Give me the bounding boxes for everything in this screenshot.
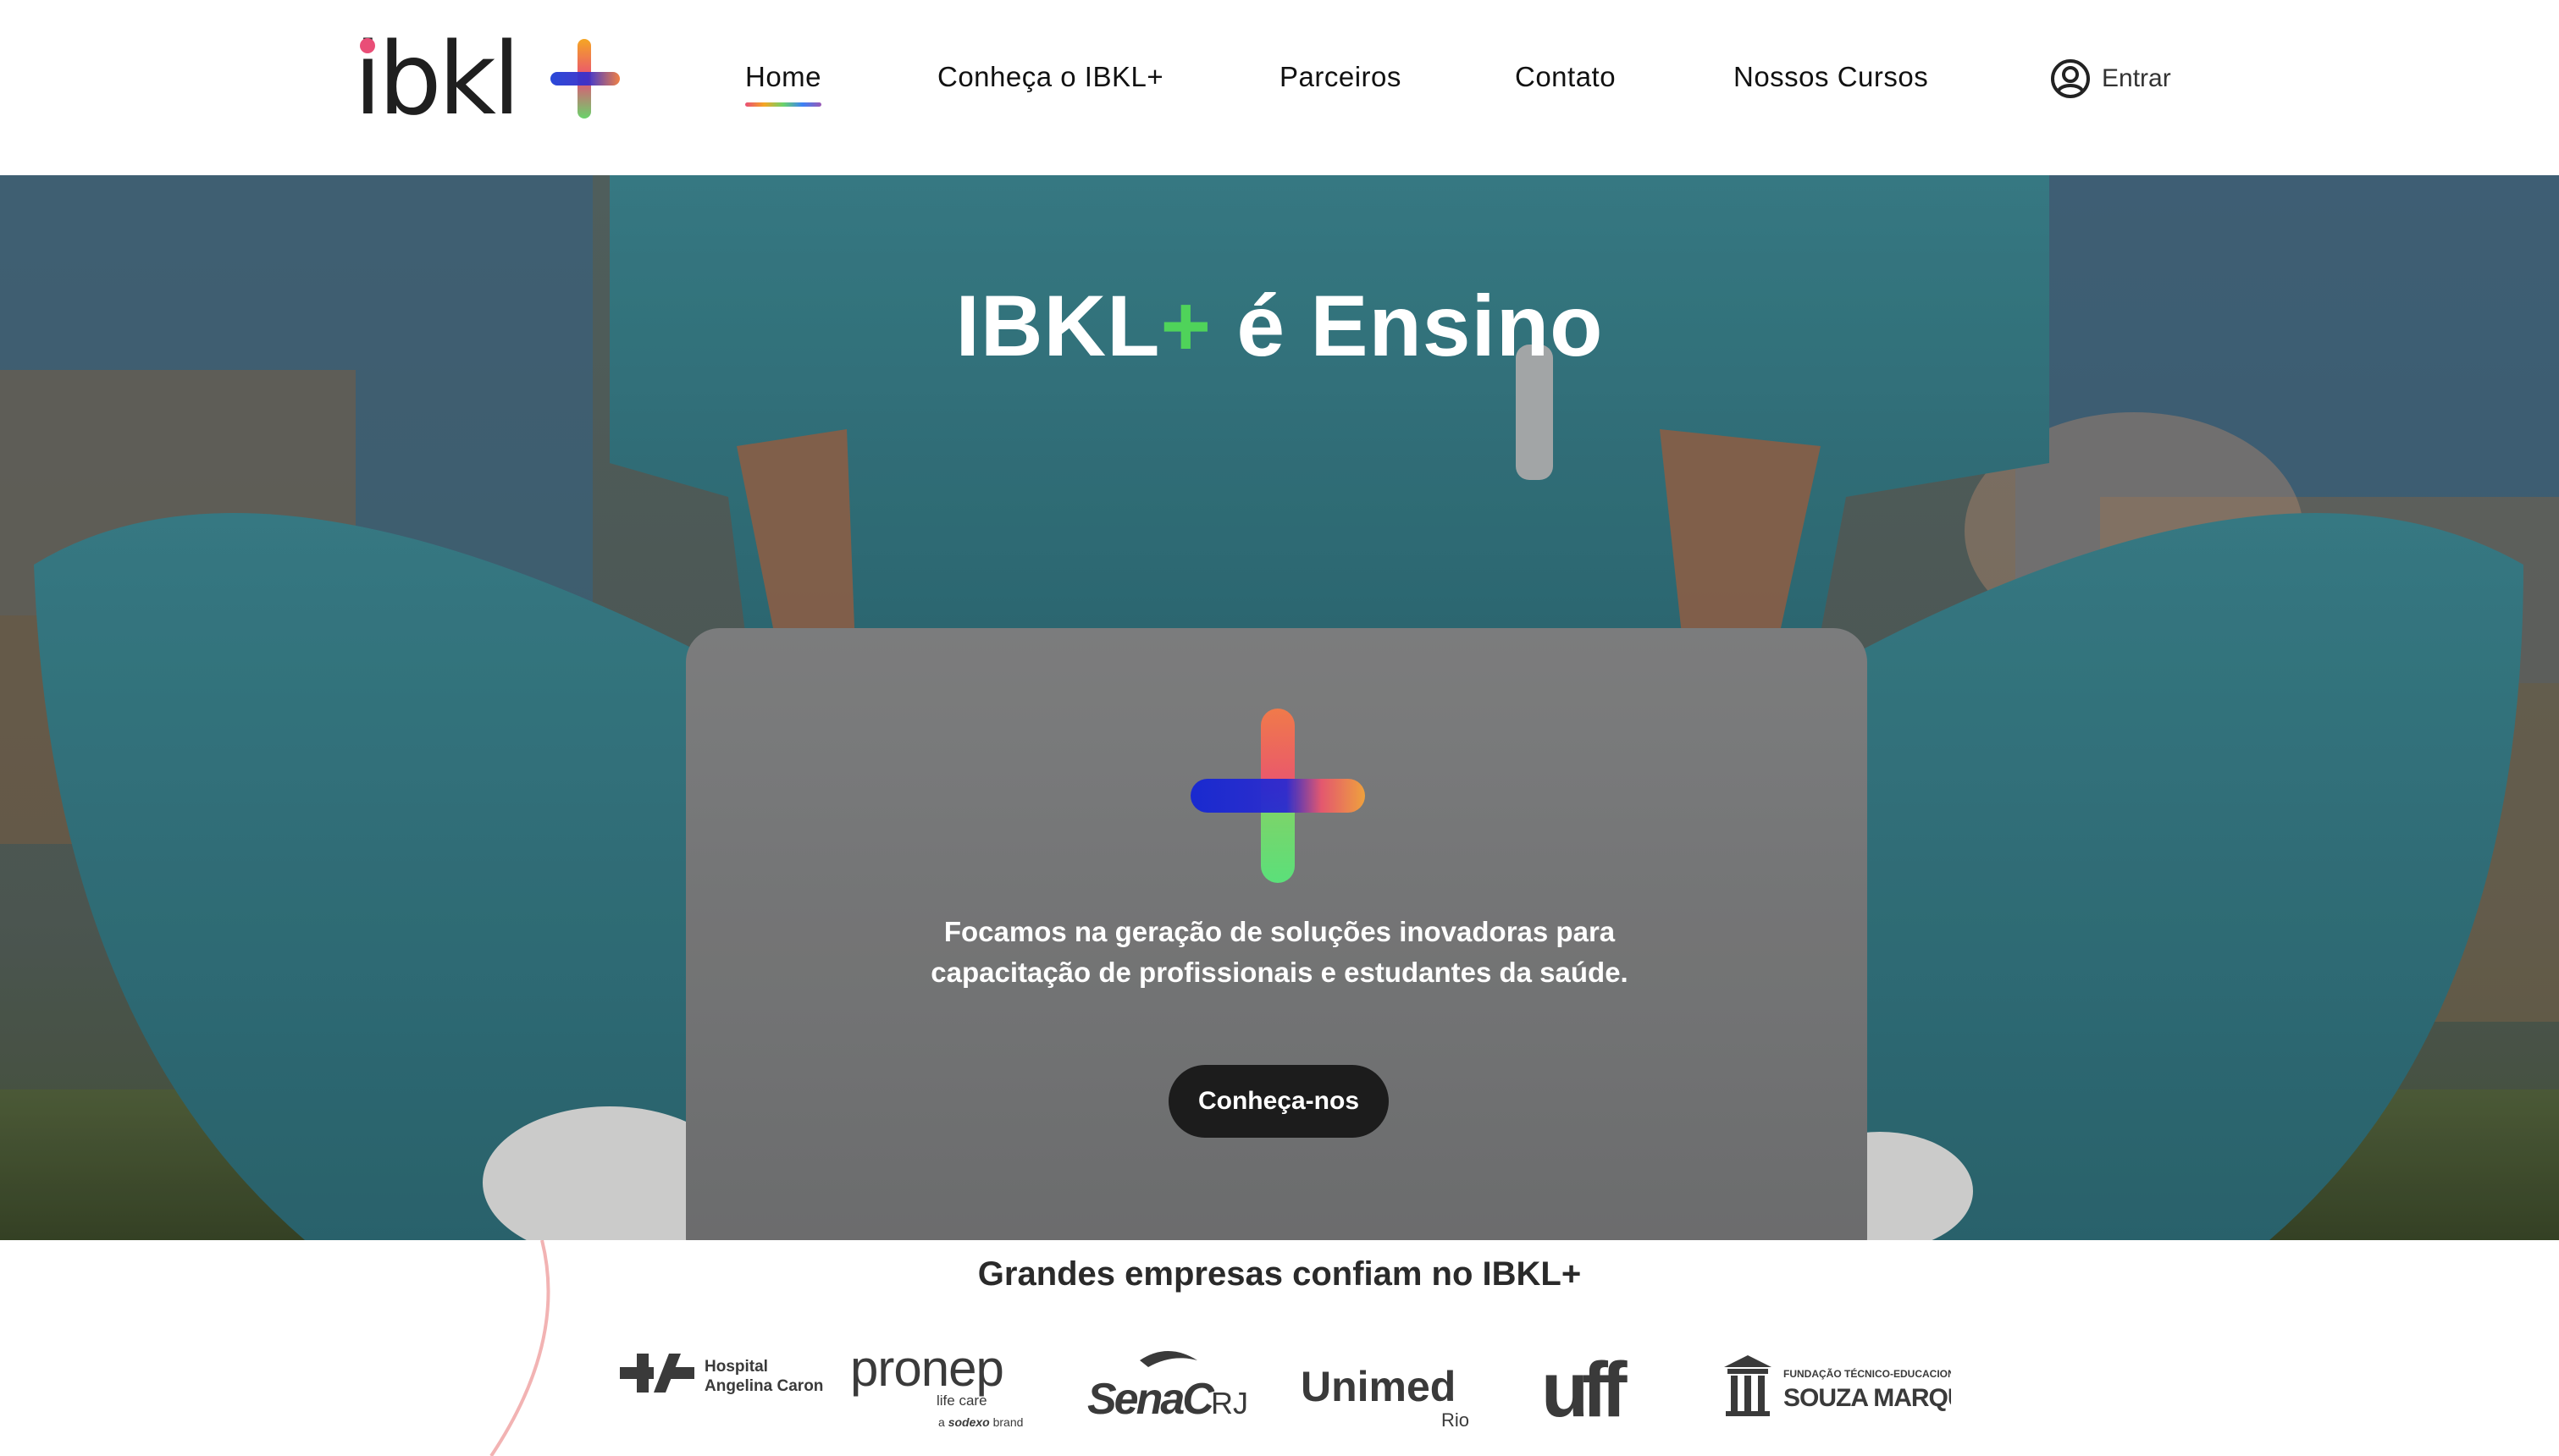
nav-conheca[interactable]: Conheça o IBKL+ <box>937 61 1163 93</box>
partner-logo-senac-rj: SenaC RJ <box>1087 1351 1248 1424</box>
hac-line1: Hospital <box>705 1358 768 1376</box>
unimed-word: Unimed <box>1301 1363 1456 1410</box>
souza-line2: SOUZA MARQUES <box>1783 1384 1951 1412</box>
nav-home[interactable]: Home <box>745 61 822 107</box>
user-circle-icon <box>2051 59 2090 98</box>
souza-line1: FUNDAÇÃO TÉCNICO-EDUCACIONAL <box>1783 1367 1951 1380</box>
senac-word: SenaC <box>1087 1375 1215 1424</box>
nav-nossos-cursos[interactable]: Nossos Cursos <box>1733 61 1928 93</box>
hero-section: IBKL+ é Ensino Focamos na geração de sol… <box>0 175 2559 1240</box>
pronep-sub: life care <box>937 1393 987 1409</box>
uff-word: uff <box>1541 1347 1628 1433</box>
hero-description: Focamos na geração de soluções inovadora… <box>931 916 1628 988</box>
partner-logo-uff: uff <box>1541 1347 1634 1433</box>
hero-title-main: IBKL <box>955 278 1161 374</box>
pronep-word: pronep <box>850 1342 1003 1397</box>
partners-title: Grandes empresas confiam no IBKL+ <box>977 1255 1582 1293</box>
partners-section: Grandes empresas confiam no IBKL+ Hospit… <box>0 1240 2559 1456</box>
colorful-plus-icon <box>1191 709 1365 883</box>
partner-logo-pronep: pronep life care a sodexo brand <box>850 1342 1023 1429</box>
partner-logo-unimed-rio: Unimed Rio <box>1301 1363 1469 1431</box>
partner-logo-souza-marques: FUNDAÇÃO TÉCNICO-EDUCACIONAL SOUZA MARQU… <box>1724 1355 1951 1416</box>
hero-title-plus: + <box>1160 278 1213 374</box>
nav-contato[interactable]: Contato <box>1515 61 1616 93</box>
site-header: ibkl Home Conheça o IBKL+ Parceiros Cont… <box>0 0 2559 175</box>
pronep-tag: a sodexo brand <box>938 1415 1023 1429</box>
conheca-nos-button[interactable]: Conheça-nos <box>1169 1065 1389 1138</box>
main-nav: Home Conheça o IBKL+ Parceiros Contato N… <box>0 0 2559 175</box>
hac-line2: Angelina Caron <box>705 1377 823 1395</box>
partner-logo-hospital-angelina-caron: Hospital Angelina Caron <box>620 1354 823 1395</box>
login-label: Entrar <box>2102 64 2171 92</box>
hero-title-rest: é Ensino <box>1212 278 1604 374</box>
decorative-pink-curve <box>489 1240 550 1456</box>
unimed-sub: Rio <box>1441 1409 1469 1431</box>
hero-title: IBKL+ é Ensino <box>0 277 2559 376</box>
login-button[interactable]: Entrar <box>2049 58 2171 100</box>
senac-suffix: RJ <box>1211 1386 1248 1420</box>
nav-parceiros[interactable]: Parceiros <box>1280 61 1401 93</box>
